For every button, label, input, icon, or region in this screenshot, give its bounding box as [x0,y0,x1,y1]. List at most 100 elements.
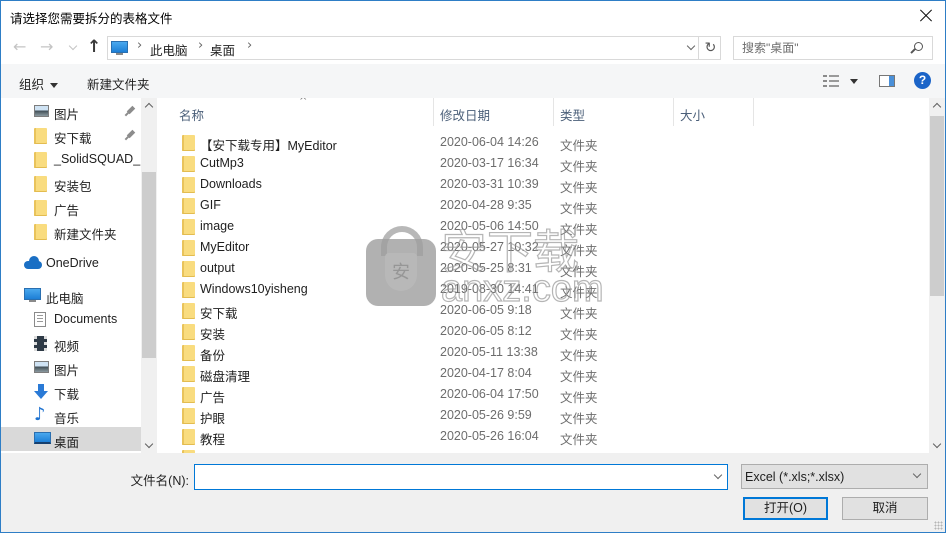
sidebar-item[interactable]: 视频 [1,331,141,355]
sidebar-item[interactable]: 安装包 [1,171,141,195]
file-modified-date: 2020-05-11 13:38 [440,345,538,359]
file-row[interactable]: image 2020-05-06 14:50 文件夹 [157,216,929,237]
file-row[interactable]: 安下载 2020-06-05 9:18 文件夹 [157,300,929,321]
sidebar-item[interactable]: 安下载 [1,123,141,147]
sidebar-item[interactable]: 图片 [1,355,141,379]
cancel-button[interactable]: 取消 [842,497,928,520]
file-row[interactable]: Downloads 2020-03-31 10:39 文件夹 [157,174,929,195]
file-list: ^ 名称 修改日期 类型 大小 【安下载专用】MyEditor 2020-06-… [157,98,929,453]
organize-label: 组织 [19,78,45,92]
sidebar-item[interactable]: 此电脑 [1,283,141,307]
file-row[interactable]: CutMp3 2020-03-17 16:34 文件夹 [157,153,929,174]
breadcrumb-separator-icon[interactable]: › [137,38,142,53]
sidebar-item[interactable]: _SolidSQUAD_ [1,147,141,171]
breadcrumb-separator-icon[interactable]: › [247,38,252,53]
column-header-modified[interactable]: 修改日期 [440,105,490,124]
sidebar-item-label: 图片 [54,108,80,122]
file-name: Windows10yisheng [200,282,308,296]
sidebar-item-label: 新建文件夹 [54,228,117,242]
sidebar-item[interactable]: 桌面 [1,427,141,451]
file-row[interactable]: Windows10yisheng 2019-08-30 14:41 文件夹 [157,279,929,300]
up-button[interactable]: ↑ [87,37,101,57]
forward-button[interactable]: → [40,37,53,57]
search-box[interactable] [733,36,933,60]
help-icon[interactable]: ? [914,72,931,89]
back-button[interactable]: ← [13,37,26,57]
column-header-type[interactable]: 类型 [560,105,585,124]
folder-icon [34,224,47,240]
refresh-button[interactable]: ↻ [700,37,721,59]
sidebar-item[interactable]: 下载 [1,379,141,403]
file-type: 文件夹 [560,328,598,342]
file-type-filter-select[interactable]: Excel (*.xls;*.xlsx) [741,464,928,489]
videos-icon [34,336,47,351]
dialog-title: 请选择您需要拆分的表格文件 [10,12,173,26]
file-row[interactable]: MyEditor 2020-05-27 10:32 文件夹 [157,237,929,258]
file-name: 磁盘清理 [200,370,251,384]
file-modified-date: 2020-03-31 10:39 [440,177,539,191]
breadcrumb-this-pc[interactable]: 此电脑 [150,40,188,59]
navigation-pane-scrollbar[interactable] [141,98,157,454]
pin-icon[interactable] [126,129,136,139]
file-open-dialog: 请选择您需要拆分的表格文件 ← → ↑ › 此电脑 › 桌面 › ↻ 组织 新建… [0,0,946,533]
file-row[interactable]: 安装 2020-06-05 8:12 文件夹 [157,321,929,342]
file-row[interactable]: 磁盘清理 2020-04-17 8:04 文件夹 [157,363,929,384]
sidebar-item-label: _SolidSQUAD_ [54,152,141,166]
file-row[interactable]: 教程 2020-05-26 16:04 文件夹 [157,426,929,447]
sidebar-item[interactable]: Documents [1,307,141,331]
file-modified-date: 2020-05-27 10:32 [440,240,539,254]
filename-input[interactable] [195,465,705,489]
command-toolbar: 组织 新建文件夹 ? [1,64,945,98]
column-divider[interactable] [753,98,754,126]
new-folder-button[interactable]: 新建文件夹 [87,74,150,93]
sidebar-item[interactable]: 广告 [1,195,141,219]
file-row[interactable]: 护眼 2020-05-26 9:59 文件夹 [157,405,929,426]
breadcrumb-desktop[interactable]: 桌面 [210,40,235,59]
filename-combobox[interactable] [194,464,728,490]
recent-locations-chevron-icon[interactable] [68,41,78,51]
sidebar-item[interactable]: 图片 [1,99,141,123]
sidebar-item[interactable]: 新建文件夹 [1,219,141,243]
column-divider[interactable] [433,98,434,126]
folder-icon [182,156,195,172]
resize-grip-icon[interactable] [934,521,943,530]
breadcrumb-separator-icon[interactable]: › [198,38,203,53]
scroll-down-icon[interactable] [932,439,942,449]
view-options-chevron-icon[interactable] [850,79,858,84]
preview-pane-icon[interactable] [879,75,895,87]
filename-history-chevron-icon[interactable] [713,470,723,480]
column-divider[interactable] [553,98,554,126]
column-divider[interactable] [673,98,674,126]
open-button[interactable]: 打开(O) [743,497,828,520]
organize-button[interactable]: 组织 [19,74,59,93]
scrollbar-thumb[interactable] [930,116,944,296]
search-input[interactable] [734,37,909,59]
search-icon[interactable] [914,42,923,51]
sidebar-item-label: Documents [54,312,118,326]
address-dropdown-chevron-icon[interactable] [686,41,696,51]
scroll-down-icon[interactable] [144,439,154,449]
scroll-up-icon[interactable] [144,102,154,112]
file-row[interactable]: 备份 2020-05-11 13:38 文件夹 [157,342,929,363]
scrollbar-thumb[interactable] [142,172,156,358]
view-details-icon[interactable] [823,75,839,87]
sidebar-item[interactable]: 音乐 [1,403,141,427]
file-modified-date: 2020-06-05 8:12 [440,324,532,338]
column-header-name[interactable]: 名称 [179,105,204,124]
file-row[interactable]: output 2020-05-25 8:31 文件夹 [157,258,929,279]
file-list-scrollbar[interactable] [929,98,945,454]
file-type: 文件夹 [560,391,598,405]
file-type: 文件夹 [560,307,598,321]
pin-icon[interactable] [126,105,136,115]
file-row[interactable]: 【安下载专用】MyEditor 2020-06-04 14:26 文件夹 [157,132,929,153]
sidebar-item[interactable]: OneDrive [1,251,141,275]
scroll-up-icon[interactable] [932,102,942,112]
close-icon[interactable] [917,7,935,25]
file-type: 文件夹 [560,265,598,279]
file-row[interactable]: GIF 2020-04-28 9:35 文件夹 [157,195,929,216]
file-modified-date: 2020-03-17 16:34 [440,156,539,170]
file-row[interactable]: 广告 2020-06-04 17:50 文件夹 [157,384,929,405]
column-header-size[interactable]: 大小 [680,105,705,124]
address-bar[interactable]: › 此电脑 › 桌面 › ↻ [107,36,721,60]
folder-icon [182,303,195,319]
